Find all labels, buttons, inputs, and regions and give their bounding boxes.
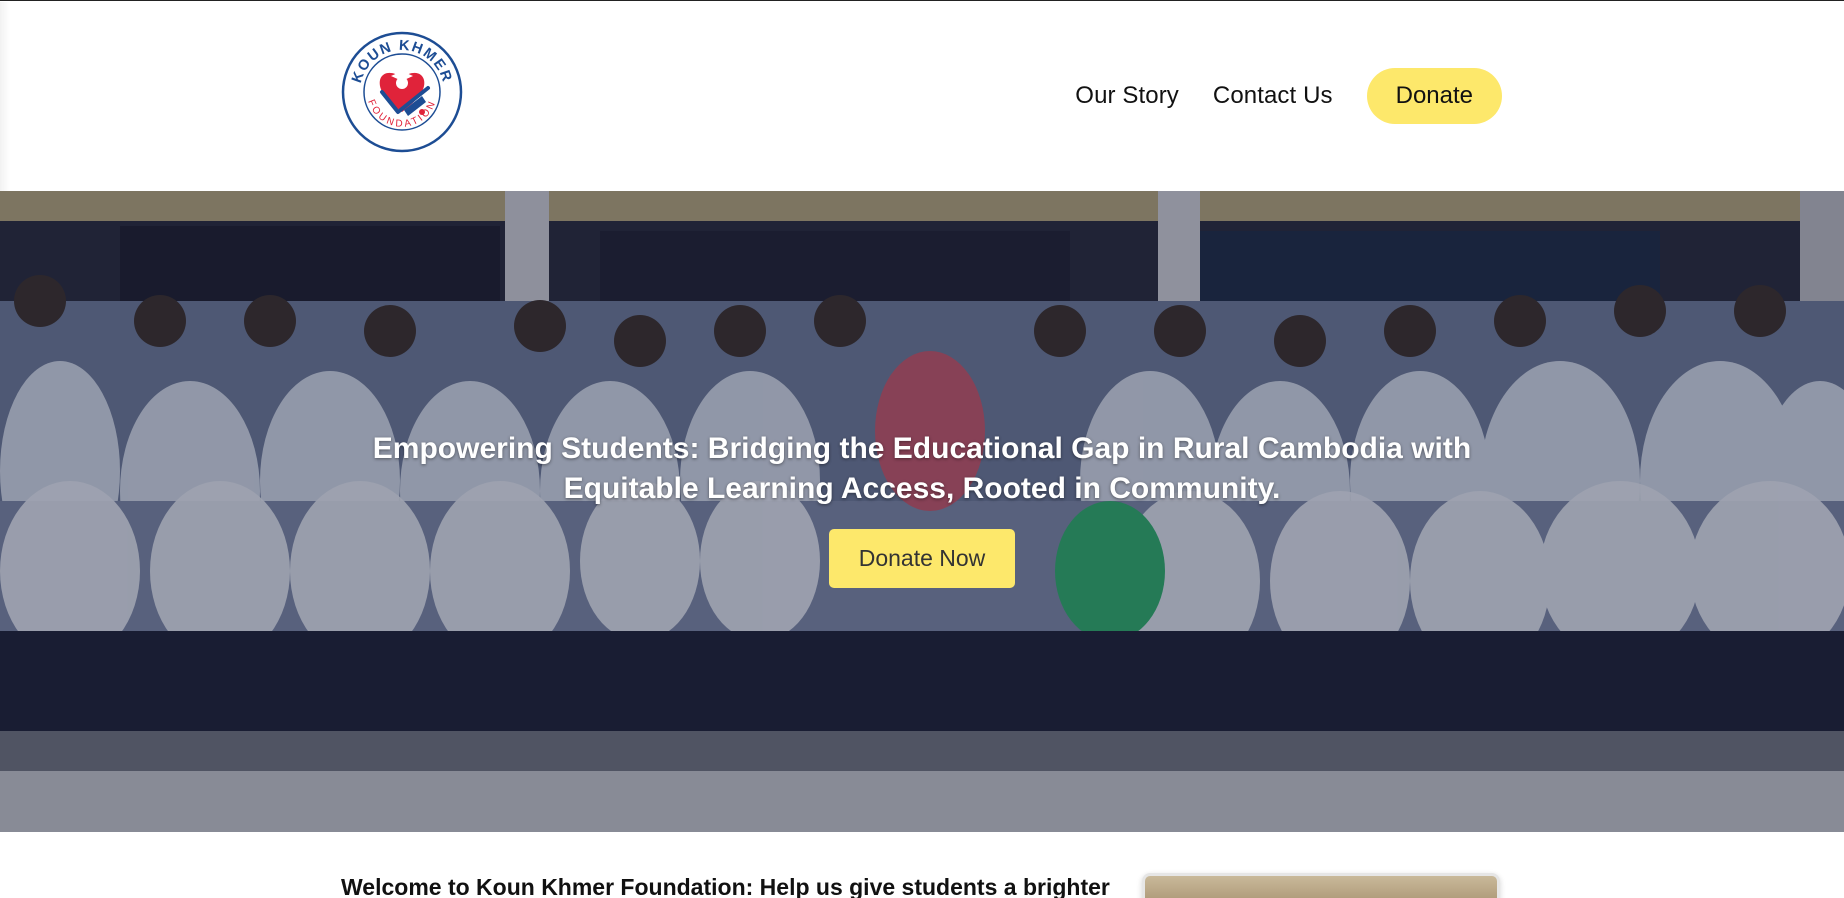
hero-content: Empowering Students: Bridging the Educat… <box>0 429 1844 588</box>
hero-headline: Empowering Students: Bridging the Educat… <box>372 432 1472 505</box>
nav-donate-button[interactable]: Donate <box>1366 68 1502 124</box>
page: KOUN KHMER FOUNDATION Our Story Contact … <box>0 0 1844 898</box>
hero-banner: Empowering Students: Bridging the Educat… <box>0 191 1844 832</box>
donate-now-button[interactable]: Donate Now <box>828 529 1016 588</box>
nav-contact-us-link[interactable]: Contact Us <box>1213 82 1333 110</box>
welcome-section: Welcome to Koun Khmer Foundation: Help u… <box>0 832 1844 898</box>
left-edge-shadow <box>0 2 10 192</box>
site-header: KOUN KHMER FOUNDATION Our Story Contact … <box>0 1 1844 192</box>
welcome-heading: Welcome to Koun Khmer Foundation: Help u… <box>341 874 1110 898</box>
koun-khmer-logo[interactable]: KOUN KHMER FOUNDATION <box>340 30 464 154</box>
nav-our-story-link[interactable]: Our Story <box>1075 82 1179 110</box>
welcome-photo <box>1142 873 1500 898</box>
main-nav: Our Story Contact Us Donate <box>1075 68 1502 124</box>
logo-emblem: KOUN KHMER FOUNDATION <box>341 31 463 153</box>
